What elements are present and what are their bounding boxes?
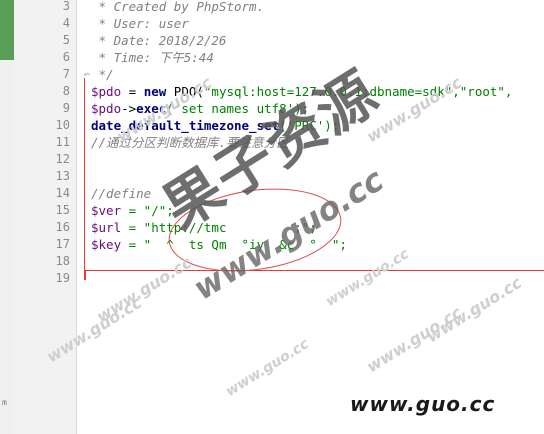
line-number: 14 [55,186,70,200]
line-number: 18 [55,254,70,268]
strip-label: m [2,398,7,407]
line-number: 5 [62,33,70,47]
line-number: 6 [62,50,70,64]
line-number: 11 [55,135,70,149]
line-number: 15 [55,203,70,217]
line-number: 4 [62,16,70,30]
line-number: 19 [55,271,70,285]
line-number: 10 [55,118,70,132]
line-number-gutter[interactable]: 3 4 5 6 7 8 9 10 11 12 13 14 15 16 17 18… [14,0,77,434]
strip-accent [0,0,14,60]
annotation-tick [84,270,86,280]
line-number: 7 [62,67,70,81]
line-number: 17 [55,237,70,251]
line-number: 9 [62,101,70,115]
line-number: 16 [55,220,70,234]
watermark-footer: www.guo.cc [350,392,496,416]
line-number: 3 [62,0,70,13]
code-line-4: * User: user [91,16,189,31]
line-number: 12 [55,152,70,166]
line-number: 13 [55,169,70,183]
code-line-3: * Created by PhpStorm. [91,0,265,14]
tool-window-strip: m [0,0,15,434]
code-line-5: * Date: 2018/2/26 [91,33,227,48]
code-line-6: * Time: 下午5:44 [91,50,214,65]
line-number: 8 [62,84,70,98]
